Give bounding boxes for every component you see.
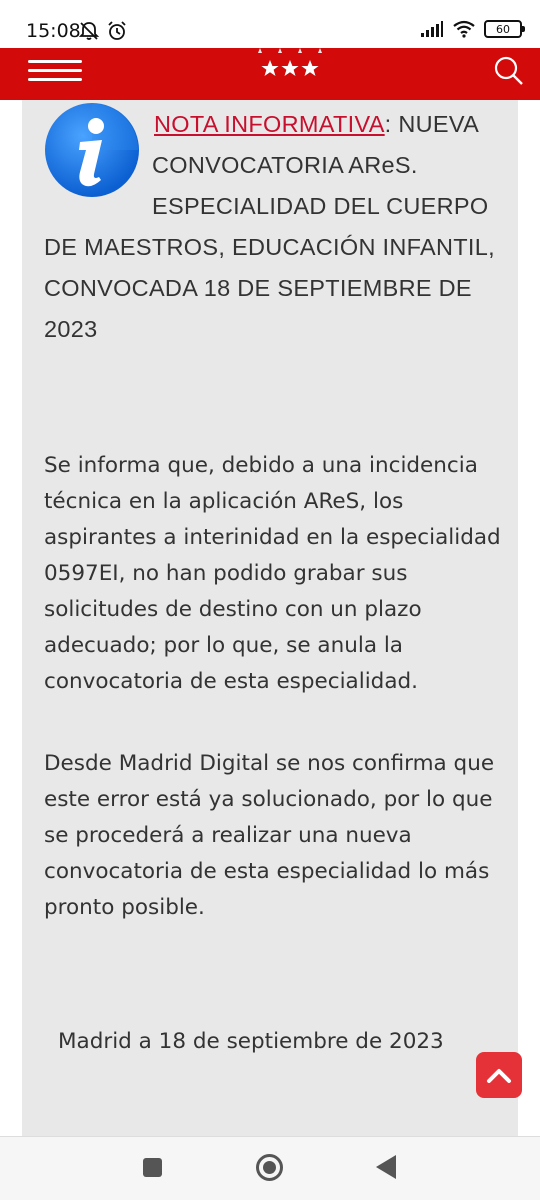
notice-heading: NOTA INFORMATIVA: NUEVA CONVOCATORIA ARe… (44, 104, 504, 350)
notice-paragraph-1: Se informa que, debido a una incidencia … (44, 453, 501, 694)
scroll-to-top-button[interactable] (476, 1052, 522, 1098)
notice-closing-date: Madrid a 18 de septiembre de 2023 (58, 1029, 444, 1054)
search-icon[interactable] (492, 54, 524, 86)
stars-emblem-icon (258, 48, 322, 76)
nota-informativa-link[interactable]: NOTA INFORMATIVA (154, 111, 385, 137)
system-nav-bar (0, 1136, 540, 1200)
battery-level: 60 (496, 22, 510, 36)
status-notification-icons (78, 20, 128, 42)
status-time: 15:08 (26, 20, 81, 42)
signal-icon (421, 21, 443, 37)
alarm-icon (108, 21, 126, 40)
battery-indicator: 60 (484, 20, 525, 38)
wifi-icon (453, 20, 475, 38)
recent-apps-icon[interactable] (143, 1158, 162, 1177)
app-header (0, 48, 540, 100)
back-icon[interactable] (376, 1155, 396, 1179)
hamburger-menu-icon[interactable] (28, 60, 82, 84)
notice-content: NOTA INFORMATIVA: NUEVA CONVOCATORIA ARe… (22, 100, 518, 1136)
home-icon[interactable] (256, 1154, 283, 1181)
status-system-icons: 60 (420, 20, 525, 38)
nota-label-colon: : (384, 111, 392, 137)
chevron-up-icon (487, 1069, 511, 1083)
notice-paragraph-2: Desde Madrid Digital se nos confirma que… (44, 751, 495, 920)
bell-muted-icon (78, 22, 100, 40)
stars-logo-icon (250, 48, 330, 80)
